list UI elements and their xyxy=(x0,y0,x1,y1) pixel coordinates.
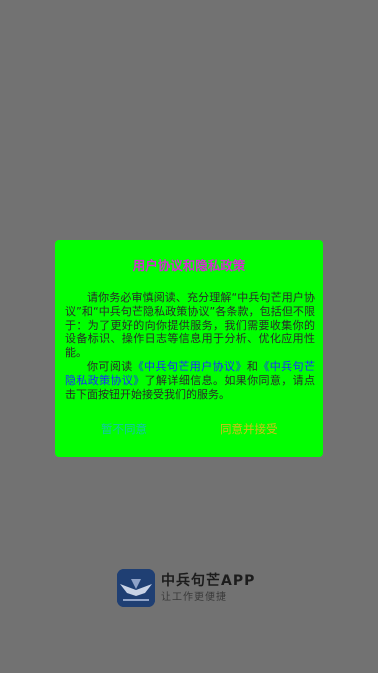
dialog-actions: 暂不同意 同意并接受 xyxy=(55,421,323,439)
user-agreement-link[interactable]: 《中兵句芒用户协议》 xyxy=(133,360,247,373)
para2-prefix: 你可阅读 xyxy=(87,359,133,373)
agreement-paragraph-1: 请你务必审慎阅读、充分理解“中兵句芒用户协议”和“中兵句芒隐私政策协议”各条款，… xyxy=(65,291,315,360)
brand-block: 中兵句芒APP 让工作更便捷 xyxy=(117,569,255,607)
accept-button[interactable]: 同意并接受 xyxy=(220,421,278,437)
app-slogan: 让工作更便捷 xyxy=(161,592,227,603)
agreement-paragraph-2: 你可阅读《中兵句芒用户协议》和《中兵句芒隐私政策协议》了解详细信息。如果你同意，… xyxy=(65,360,315,401)
agreement-dialog: 用户协议和隐私政策 请你务必审慎阅读、充分理解“中兵句芒用户协议”和“中兵句芒隐… xyxy=(55,240,323,457)
dialog-body: 请你务必审慎阅读、充分理解“中兵句芒用户协议”和“中兵句芒隐私政策协议”各条款，… xyxy=(65,291,315,401)
splash-screen: 中兵句芒APP 让工作更便捷 用户协议和隐私政策 请你务必审慎阅读、充分理解“中… xyxy=(0,0,378,673)
dialog-title: 用户协议和隐私政策 xyxy=(132,258,246,273)
decline-button[interactable]: 暂不同意 xyxy=(101,421,147,437)
app-logo-icon xyxy=(117,569,155,607)
para2-and: 和 xyxy=(246,359,259,373)
app-name: 中兵句芒APP xyxy=(161,573,256,589)
